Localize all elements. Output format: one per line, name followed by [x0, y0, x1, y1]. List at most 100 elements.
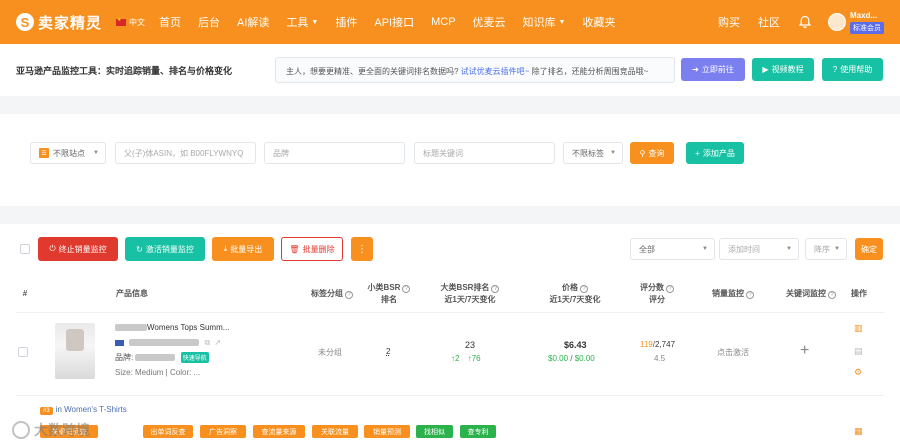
- button-label: 查询: [648, 148, 665, 158]
- nav-ai[interactable]: AI解读: [237, 14, 269, 30]
- note-icon[interactable]: ▤: [854, 346, 863, 357]
- sub-bsr-value[interactable]: 2: [386, 347, 390, 356]
- col-label: 排名: [381, 295, 397, 304]
- activate-sales-monitor-button[interactable]: ↻ 激活销量监控: [125, 237, 205, 261]
- nav-youmaiyun[interactable]: 优麦云: [473, 14, 506, 30]
- activate-link[interactable]: 点击激活: [717, 347, 749, 358]
- category-text[interactable]: in Women's T-Shirts: [56, 405, 127, 414]
- product-title-text: Womens Tops Summ...: [147, 323, 230, 332]
- hint-link[interactable]: 试试优麦云插件吧~: [461, 67, 530, 76]
- tag-find-similar[interactable]: 找相似: [416, 425, 453, 438]
- more-icon: ⋮: [357, 243, 367, 255]
- nav-plugin[interactable]: 插件: [335, 14, 357, 30]
- product-thumbnail[interactable]: [55, 323, 95, 379]
- help-icon[interactable]: ?: [746, 291, 754, 299]
- watermark: 大数跨境: [12, 420, 90, 440]
- bsr-change-7d: ↑76: [467, 354, 481, 363]
- nav-tools[interactable]: 工具 ▼: [286, 14, 318, 30]
- price-value: $6.43: [564, 340, 587, 350]
- price-change-7d: $0.00: [574, 354, 595, 363]
- trash-icon: 🗑: [289, 244, 300, 254]
- fast-nav-tag[interactable]: 快速导航: [180, 352, 209, 363]
- batch-delete-button[interactable]: 🗑 批量删除: [281, 237, 343, 261]
- stop-sales-monitor-button[interactable]: ⏻ 终止销量监控: [38, 237, 118, 261]
- plugin-hint: 主人，想要更精准、更全面的关键词排名数据吗? 试试优麦云插件吧~ 除了排名，还能…: [275, 57, 675, 83]
- col-label: 关键词监控: [786, 289, 826, 298]
- help-icon[interactable]: ?: [828, 291, 836, 299]
- nav-favorites[interactable]: 收藏夹: [582, 14, 615, 30]
- watermark-text: 大数跨境: [34, 422, 90, 438]
- more-actions-button[interactable]: ⋮: [351, 237, 373, 261]
- chevron-down-icon: ▼: [93, 150, 99, 156]
- price-change: $0.00 / $0.00: [548, 354, 595, 363]
- external-link-icon[interactable]: ↗: [214, 338, 221, 347]
- help-icon[interactable]: ?: [491, 285, 500, 293]
- watermark-logo-icon: [12, 421, 30, 439]
- site-select[interactable]: ☰ 不限站点 ▼: [30, 142, 106, 164]
- chart-icon[interactable]: ▥: [854, 323, 863, 334]
- brand-logo[interactable]: S 卖家精灵: [16, 12, 102, 33]
- category-rank: #3 in Women's T-Shirts: [40, 405, 127, 415]
- refresh-icon: ↻: [136, 244, 143, 254]
- add-keyword-monitor-button[interactable]: +: [800, 342, 809, 360]
- hint-suffix: 除了排名，还能分析周围竞品哦~: [529, 67, 649, 76]
- tag-sales-forecast[interactable]: 销量预测: [364, 425, 410, 438]
- site-icon: ☰: [39, 148, 49, 158]
- help-icon[interactable]: ?: [580, 285, 588, 293]
- rating-count-1d: 119: [640, 340, 653, 349]
- col-main-bsr: 大类BSR排名? 近1天/7天变化: [430, 282, 510, 306]
- tag-check-patent[interactable]: 查专利: [460, 425, 496, 438]
- bell-icon[interactable]: [798, 15, 812, 29]
- nav-mcp[interactable]: MCP: [431, 14, 455, 30]
- tag-group-value: 未分组: [318, 348, 342, 357]
- nav-buy[interactable]: 购买: [718, 14, 740, 30]
- help-button[interactable]: ? 使用帮助: [822, 58, 883, 81]
- asin-input[interactable]: 父(子)体ASIN，如 B00FLYWNYQ: [115, 142, 256, 164]
- scope-select[interactable]: 全部 ▼: [630, 238, 715, 260]
- help-icon: ?: [832, 65, 838, 74]
- nav-knowledge[interactable]: 知识库 ▼: [523, 14, 566, 30]
- tag-related-traffic[interactable]: 关联流量: [312, 425, 358, 438]
- keyword-placeholder: 标题关键词: [423, 148, 463, 158]
- record-icon[interactable]: ▦: [854, 426, 863, 437]
- tag-traffic-source[interactable]: 查流量来源: [253, 425, 305, 438]
- nav-community[interactable]: 社区: [758, 14, 780, 30]
- price-change-1d: $0.00: [548, 354, 569, 363]
- chevron-down-icon: ▼: [834, 246, 840, 252]
- button-label: 批量导出: [230, 244, 263, 254]
- help-icon[interactable]: ?: [402, 285, 411, 293]
- batch-export-button[interactable]: ⤓ 批量导出: [212, 237, 274, 261]
- col-label: 大类BSR排名: [440, 283, 490, 292]
- nav-api[interactable]: API接口: [374, 14, 414, 30]
- select-all-checkbox[interactable]: [20, 244, 30, 254]
- user-menu[interactable]: Maxd... 标准会员: [828, 11, 884, 34]
- title-keyword-input[interactable]: 标题关键词: [414, 142, 555, 164]
- col-kw-monitor: 关键词监控?: [776, 288, 846, 300]
- order-select[interactable]: 降序 ▼: [805, 238, 847, 260]
- add-product-button[interactable]: + 添加产品: [686, 142, 744, 164]
- product-title[interactable]: Womens Tops Summ...: [115, 323, 229, 332]
- brand-input[interactable]: 品牌: [264, 142, 405, 164]
- tag-order-keyword[interactable]: 出单词反查: [143, 425, 193, 438]
- go-now-button[interactable]: ➜ 立即前往: [681, 58, 745, 81]
- nav-home[interactable]: 首页: [159, 14, 181, 30]
- language-switch[interactable]: 中文: [116, 17, 145, 28]
- query-button[interactable]: ⚲ 查询: [630, 142, 674, 164]
- confirm-button[interactable]: 确定: [855, 238, 883, 260]
- rating-count: 119/2,747: [640, 340, 675, 349]
- col-label: 近1天/7天变化: [549, 295, 601, 304]
- sort-field-select[interactable]: 添加时间 ▼: [719, 238, 799, 260]
- row-divider: [16, 395, 884, 396]
- help-icon[interactable]: ?: [666, 285, 674, 293]
- label-select[interactable]: 不限标签 ▼: [563, 142, 623, 164]
- gear-icon[interactable]: ⚙: [854, 367, 862, 378]
- help-icon[interactable]: ?: [345, 291, 353, 299]
- video-tutorial-button[interactable]: ▶ 视频教程: [752, 58, 814, 81]
- product-brand-line: 品牌: 快速导航: [115, 352, 209, 363]
- nav-backend[interactable]: 后台: [198, 14, 220, 30]
- scope-value: 全部: [639, 244, 655, 254]
- copy-icon[interactable]: ⧉: [204, 338, 210, 347]
- tag-ad-insight[interactable]: 广告洞察: [200, 425, 246, 438]
- row-checkbox[interactable]: [18, 347, 28, 357]
- product-variant: Size: Medium | Color: ...: [115, 368, 201, 377]
